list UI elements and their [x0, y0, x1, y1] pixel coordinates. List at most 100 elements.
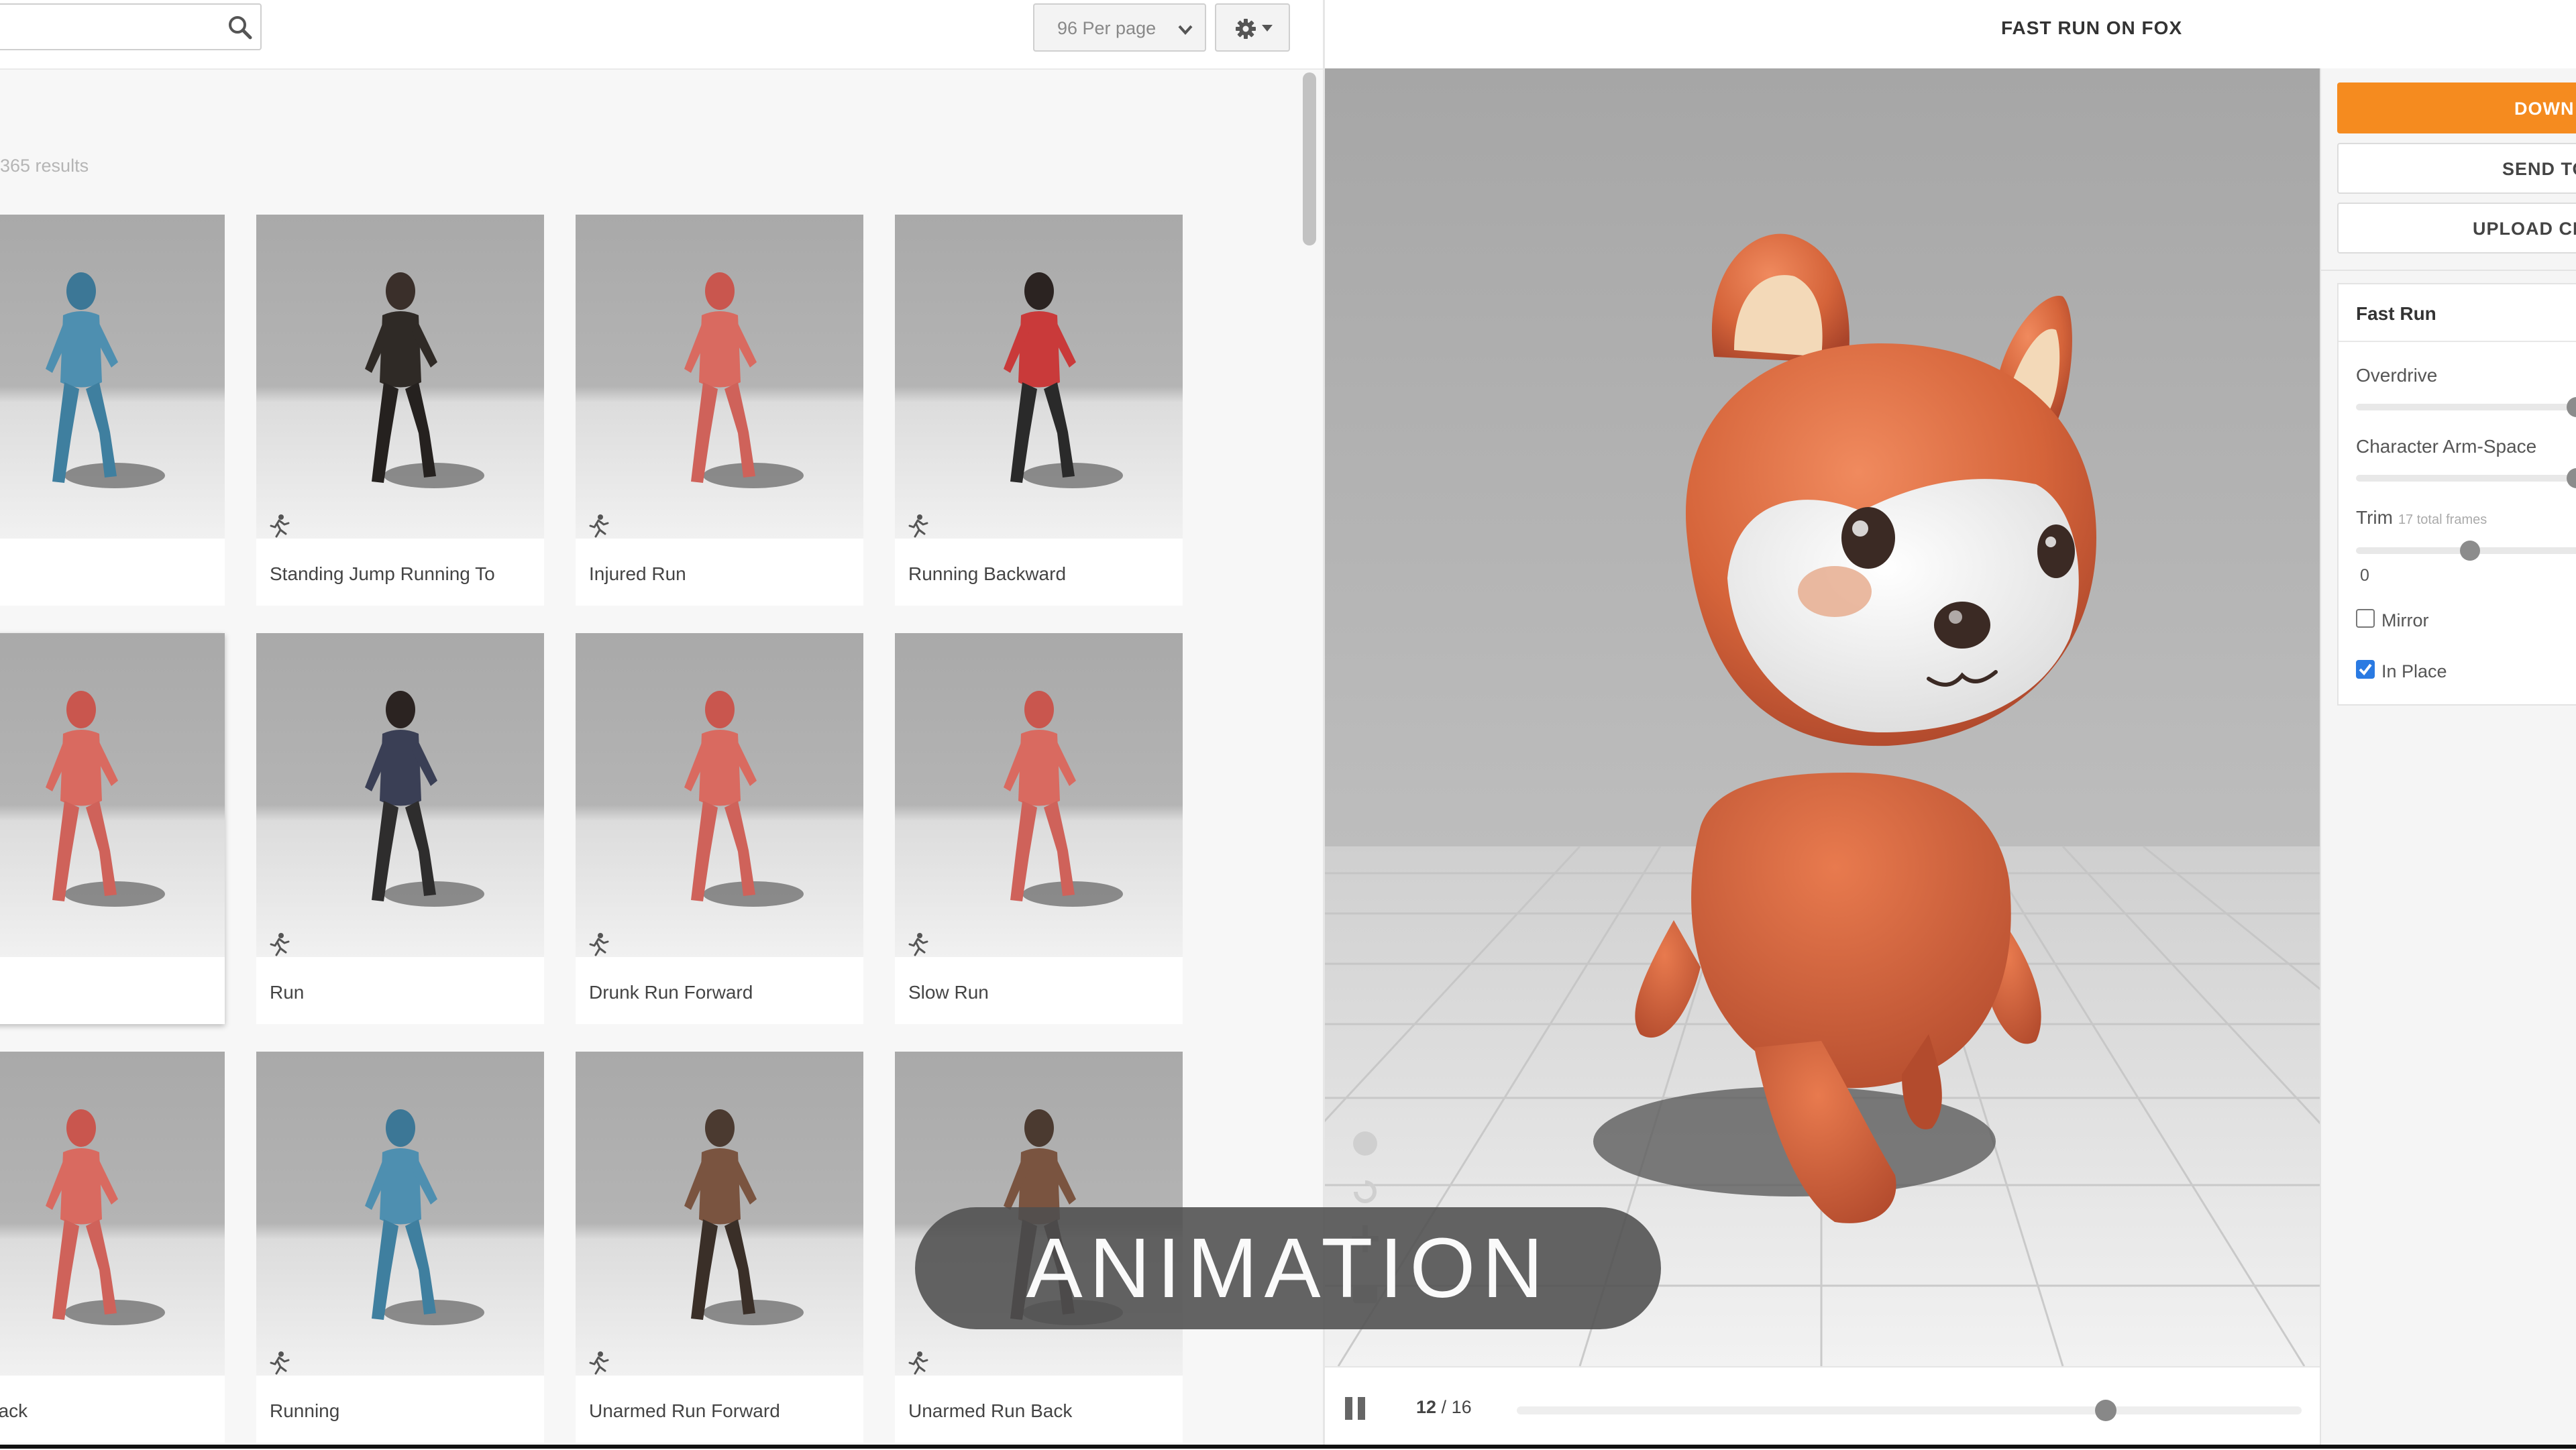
- running-man-icon: [908, 1351, 928, 1375]
- per-page-select[interactable]: 96 Per page: [1033, 3, 1206, 52]
- caption-overlay: ANIMATION: [915, 1207, 1661, 1329]
- animation-thumbnail: [0, 215, 225, 539]
- playback-bar: 12 / 16: [1325, 1366, 2320, 1450]
- panel-divider: [2321, 270, 2576, 271]
- search-input[interactable]: [0, 3, 262, 50]
- settings-divider: [2339, 341, 2576, 342]
- trim-title: Trim: [2356, 507, 2393, 528]
- overdrive-slider[interactable]: [2356, 397, 2576, 417]
- animation-thumbnail: [0, 1052, 225, 1376]
- animation-title: Running: [270, 1400, 340, 1421]
- in-place-label: In Place: [2381, 661, 2447, 681]
- trim-start-knob[interactable]: [2460, 541, 2480, 561]
- settings-panel: DOWN SEND TO UPLOAD CH Fast Run Overdriv…: [2320, 68, 2576, 1449]
- animation-thumbnail: [576, 215, 863, 539]
- animation-card[interactable]: Run: [256, 633, 544, 1024]
- animation-settings-card: Fast Run Overdrive Character Arm-Space T…: [2337, 283, 2576, 706]
- overdrive-label: Overdrive: [2356, 365, 2438, 386]
- send-to-button[interactable]: SEND TO: [2337, 143, 2576, 194]
- animation-card[interactable]: Slow Run: [895, 633, 1183, 1024]
- animation-thumbnail: [256, 633, 544, 957]
- animation-card[interactable]: Standing Jump Running To: [256, 215, 544, 606]
- mirror-checkbox[interactable]: [2356, 609, 2375, 628]
- running-man-icon: [589, 514, 609, 538]
- overdrive-knob[interactable]: [2567, 397, 2576, 417]
- chevron-down-icon: [1178, 25, 1193, 35]
- animation-card[interactable]: Injured Run: [576, 215, 863, 606]
- total-frames: 16: [1451, 1397, 1472, 1417]
- trim-start-value: 0: [2360, 566, 2369, 585]
- animation-title: Unarmed Run Back: [908, 1400, 1073, 1421]
- timeline-slider[interactable]: [1517, 1400, 2302, 1421]
- upload-label: UPLOAD CH: [2473, 219, 2576, 239]
- character-figure: [46, 1109, 118, 1320]
- current-frame: 12: [1416, 1397, 1437, 1417]
- rotate-icon[interactable]: [1354, 1180, 1377, 1203]
- animation-card[interactable]: ook Back: [0, 1052, 225, 1443]
- animation-title: Standing Jump Running To: [270, 563, 495, 584]
- search-icon[interactable]: [225, 13, 255, 42]
- trim-hint: 17 total frames: [2398, 512, 2487, 527]
- 3d-viewport[interactable]: [1325, 68, 2320, 1366]
- trim-slider[interactable]: [2356, 541, 2576, 561]
- animation-thumbnail: [895, 215, 1183, 539]
- frame-counter: 12 / 16: [1416, 1397, 1472, 1417]
- animation-title: Slow Run: [908, 982, 989, 1003]
- animation-title: ook Back: [0, 1400, 28, 1421]
- download-label: DOWN: [2514, 99, 2575, 119]
- caption-text: ANIMATION: [1026, 1221, 1550, 1315]
- animation-card[interactable]: Drunk Run Forward: [576, 633, 863, 1024]
- check-icon: [2359, 663, 2372, 676]
- in-place-checkbox[interactable]: [2356, 660, 2375, 679]
- animation-title: Injured Run: [589, 563, 686, 584]
- mirror-label: Mirror: [2381, 610, 2429, 630]
- character-figure: [46, 691, 118, 901]
- arm-space-slider[interactable]: [2356, 468, 2576, 488]
- animation-thumbnail: [895, 633, 1183, 957]
- animation-thumbnail: [576, 633, 863, 957]
- animation-name: Fast Run: [2356, 303, 2436, 324]
- viewer-header: FAST RUN ON FOX: [1325, 0, 2576, 68]
- animation-thumbnail: [576, 1052, 863, 1376]
- character-figure: [46, 272, 118, 483]
- browser-toolbar: 96 Per page: [0, 0, 1323, 70]
- animation-thumbnail: [256, 215, 544, 539]
- animation-thumbnail: [256, 1052, 544, 1376]
- download-button[interactable]: DOWN: [2337, 82, 2576, 133]
- character-figure: [684, 691, 757, 901]
- upload-character-button[interactable]: UPLOAD CH: [2337, 203, 2576, 254]
- animation-card[interactable]: Run: [0, 633, 225, 1024]
- caret-down-icon: [1262, 25, 1273, 32]
- character-figure: [1004, 272, 1076, 483]
- running-man-icon: [270, 514, 290, 538]
- viewer-title: FAST RUN ON FOX: [2001, 17, 2183, 38]
- arm-space-knob[interactable]: [2567, 468, 2576, 488]
- running-man-icon: [270, 1351, 290, 1375]
- arm-space-label: Character Arm-Space: [2356, 436, 2537, 457]
- animation-card[interactable]: Running Backward: [895, 215, 1183, 606]
- results-count: 365 results: [0, 156, 89, 176]
- character-figure: [684, 272, 757, 483]
- character-figure: [365, 1109, 437, 1320]
- grid-settings-button[interactable]: [1215, 3, 1290, 52]
- scrollbar[interactable]: [1303, 72, 1316, 245]
- animation-title: Unarmed Run Forward: [589, 1400, 780, 1421]
- character-figure: [684, 1109, 757, 1320]
- character-figure: [365, 691, 437, 901]
- animation-card[interactable]: Running: [256, 1052, 544, 1443]
- character-figure: [365, 272, 437, 483]
- running-man-icon: [270, 933, 290, 956]
- animation-title: Drunk Run Forward: [589, 982, 753, 1003]
- per-page-label: 96 Per page: [1057, 18, 1157, 38]
- timeline-thumb[interactable]: [2095, 1400, 2116, 1421]
- animation-title: Run: [270, 982, 305, 1003]
- animation-card[interactable]: [0, 215, 225, 606]
- running-man-icon: [908, 933, 928, 956]
- pause-icon[interactable]: [1344, 1396, 1366, 1421]
- trim-label: Trim 17 total frames: [2356, 507, 2487, 528]
- fox-preview: [1325, 68, 2320, 1366]
- animation-card[interactable]: Unarmed Run Forward: [576, 1052, 863, 1443]
- camera-reset-icon[interactable]: [1353, 1131, 1377, 1156]
- running-man-icon: [908, 514, 928, 538]
- gear-icon: [1236, 19, 1256, 39]
